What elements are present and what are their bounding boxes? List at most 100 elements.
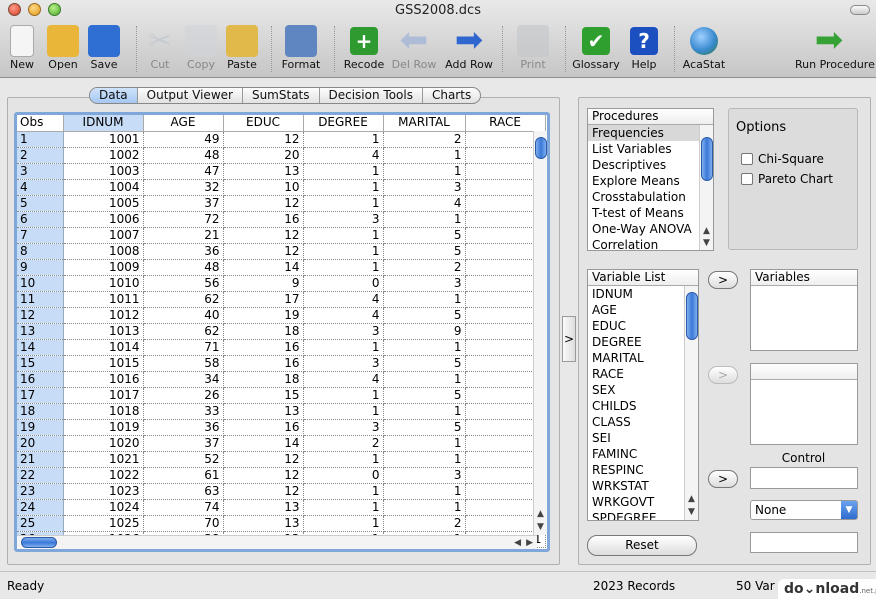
column-header-educ[interactable]: EDUC xyxy=(223,115,304,132)
addrow-toolbar-button[interactable]: ➡ Add Row xyxy=(445,22,493,74)
table-cell[interactable]: 1023 xyxy=(63,483,144,500)
row-number-cell[interactable]: 13 xyxy=(17,323,64,340)
table-cell[interactable]: 1 xyxy=(383,483,466,500)
checkbox-icon[interactable] xyxy=(741,173,753,185)
column-header-age[interactable]: AGE xyxy=(143,115,224,132)
table-cell[interactable]: 1006 xyxy=(63,211,144,228)
table-cell[interactable]: 13 xyxy=(223,163,304,180)
table-cell[interactable]: 16 xyxy=(223,339,304,356)
table-cell[interactable]: 12 xyxy=(223,131,304,148)
table-cell[interactable]: 62 xyxy=(143,323,224,340)
table-cell[interactable]: 9 xyxy=(383,323,466,340)
print-toolbar-button[interactable]: Print xyxy=(509,22,557,74)
table-cell[interactable]: 1 xyxy=(383,435,466,452)
row-number-cell[interactable]: 12 xyxy=(17,307,64,324)
variable-item[interactable]: FAMINC xyxy=(588,446,698,462)
table-cell[interactable]: 1 xyxy=(383,499,466,516)
table-cell[interactable]: 1 xyxy=(303,163,384,180)
table-cell[interactable]: 5 xyxy=(383,243,466,260)
table-cell[interactable]: 1 xyxy=(303,451,384,468)
table-cell[interactable]: 32 xyxy=(143,179,224,196)
row-number-cell[interactable]: 4 xyxy=(17,179,64,196)
table-row[interactable]: 710072112152 xyxy=(17,227,546,244)
table-row[interactable]: 1210124019452 xyxy=(17,307,546,324)
table-cell[interactable]: 71 xyxy=(143,339,224,356)
table-cell[interactable]: 1025 xyxy=(63,515,144,532)
table-cell[interactable]: 1017 xyxy=(63,387,144,404)
table-cell[interactable]: 1002 xyxy=(63,147,144,164)
table-cell[interactable]: 1001 xyxy=(63,131,144,148)
table-row[interactable]: 1710172615151 xyxy=(17,387,546,404)
variable-item[interactable]: RESPINC xyxy=(588,462,698,478)
table-row[interactable]: 1310136218391 xyxy=(17,323,546,340)
variable-item[interactable]: IDNUM xyxy=(588,286,698,302)
table-cell[interactable]: 1 xyxy=(383,371,466,388)
row-number-cell[interactable]: 22 xyxy=(17,467,64,484)
procedure-item[interactable]: Descriptives xyxy=(588,157,713,173)
tab-decision-tools[interactable]: Decision Tools xyxy=(318,88,422,103)
tab-output-viewer[interactable]: Output Viewer xyxy=(136,88,242,103)
table-cell[interactable]: 12 xyxy=(223,195,304,212)
table-cell[interactable]: 4 xyxy=(303,147,384,164)
table-cell[interactable]: 1015 xyxy=(63,355,144,372)
chi-square-checkbox[interactable]: Chi-Square xyxy=(741,152,824,166)
table-cell[interactable]: 4 xyxy=(303,291,384,308)
tab-data[interactable]: Data xyxy=(90,88,137,103)
table-cell[interactable]: 26 xyxy=(143,387,224,404)
table-row[interactable]: 1510155816352 xyxy=(17,355,546,372)
table-row[interactable]: 2110215212111 xyxy=(17,451,546,468)
table-cell[interactable]: 1 xyxy=(383,451,466,468)
table-cell[interactable]: 33 xyxy=(143,403,224,420)
table-row[interactable]: 410043210132 xyxy=(17,179,546,196)
delrow-toolbar-button[interactable]: ⬅ Del Row xyxy=(390,22,438,74)
table-cell[interactable]: 1 xyxy=(383,211,466,228)
table-cell[interactable]: 1021 xyxy=(63,451,144,468)
table-row[interactable]: 1410147116112 xyxy=(17,339,546,356)
table-cell[interactable]: 12 xyxy=(223,451,304,468)
table-cell[interactable]: 1 xyxy=(383,403,466,420)
table-cell[interactable]: 74 xyxy=(143,499,224,516)
table-cell[interactable]: 4 xyxy=(303,371,384,388)
variable-item[interactable]: MARITAL xyxy=(588,350,698,366)
table-row[interactable]: 310034713112 xyxy=(17,163,546,180)
table-cell[interactable]: 4 xyxy=(383,195,466,212)
table-cell[interactable]: 1007 xyxy=(63,227,144,244)
table-cell[interactable]: 1012 xyxy=(63,307,144,324)
variable-item[interactable]: RACE xyxy=(588,366,698,382)
row-number-cell[interactable]: 1 xyxy=(17,131,64,148)
table-cell[interactable]: 1 xyxy=(383,147,466,164)
table-row[interactable]: 2410247413111 xyxy=(17,499,546,516)
row-number-cell[interactable]: 17 xyxy=(17,387,64,404)
table-cell[interactable]: 1 xyxy=(303,227,384,244)
table-cell[interactable]: 15 xyxy=(223,387,304,404)
table-cell[interactable]: 40 xyxy=(143,307,224,324)
table-cell[interactable]: 1011 xyxy=(63,291,144,308)
table-cell[interactable]: 13 xyxy=(223,515,304,532)
table-row[interactable]: 1610163418413 xyxy=(17,371,546,388)
table-cell[interactable]: 20 xyxy=(223,147,304,164)
tab-charts[interactable]: Charts xyxy=(421,88,480,103)
scroll-down-arrow-icon[interactable]: ▼ xyxy=(703,238,710,248)
table-cell[interactable]: 2 xyxy=(383,131,466,148)
table-cell[interactable]: 4 xyxy=(303,307,384,324)
save-toolbar-button[interactable]: Save xyxy=(80,22,128,74)
table-row[interactable]: 510053712142 xyxy=(17,195,546,212)
table-cell[interactable]: 1 xyxy=(303,403,384,420)
help-toolbar-button[interactable]: ? Help xyxy=(620,22,668,74)
table-cell[interactable]: 1 xyxy=(303,499,384,516)
table-cell[interactable]: 1008 xyxy=(63,243,144,260)
table-cell[interactable]: 56 xyxy=(143,275,224,292)
table-cell[interactable]: 1 xyxy=(303,243,384,260)
variable-item[interactable]: CLASS xyxy=(588,414,698,430)
table-cell[interactable]: 1020 xyxy=(63,435,144,452)
table-cell[interactable]: 16 xyxy=(223,355,304,372)
table-cell[interactable]: 5 xyxy=(383,307,466,324)
table-cell[interactable]: 1016 xyxy=(63,371,144,388)
table-row[interactable]: 101010569032 xyxy=(17,275,546,292)
procedures-scroll-thumb[interactable] xyxy=(701,137,713,181)
table-cell[interactable]: 1 xyxy=(303,515,384,532)
table-row[interactable]: 1910193616351 xyxy=(17,419,546,436)
add-variable-button[interactable]: > xyxy=(708,271,738,289)
row-number-cell[interactable]: 18 xyxy=(17,403,64,420)
table-row[interactable]: 1810183313111 xyxy=(17,403,546,420)
